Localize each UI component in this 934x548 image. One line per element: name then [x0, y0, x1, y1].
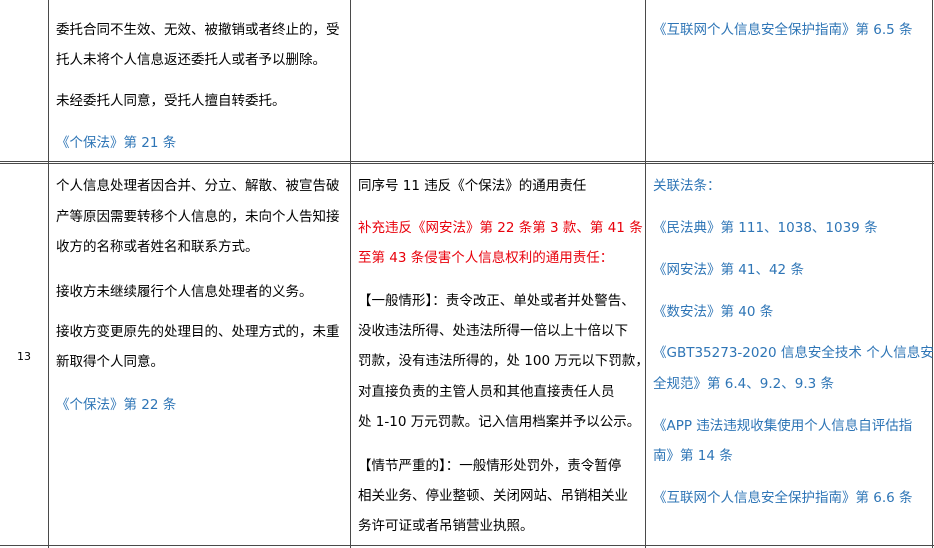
column-border: [48, 0, 49, 548]
law-reference: 《个保法》第 21 条: [56, 135, 177, 151]
violation-text: 托人未将个人信息返还委托人或者予以删除。: [56, 52, 326, 68]
law-reference: 《互联网个人信息安全保护指南》第 6.5 条: [653, 22, 913, 38]
supplement-text: 补充违反《网安法》第 22 条第 3 款、第 41 条: [358, 220, 643, 236]
serious-penalty-text: 【情节严重的】：一般情形处罚外，责令暂停: [358, 458, 622, 474]
law-reference: 《互联网个人信息安全保护指南》第 6.6 条: [653, 490, 913, 506]
row-border: [0, 163, 934, 164]
violation-text: 收方的名称或者姓名和联系方式。: [56, 239, 259, 255]
law-reference: 《APP 违法违规收集使用个人信息自评估指: [653, 418, 913, 434]
violation-text: 产等原因需要转移个人信息的，未向个人告知接: [56, 209, 340, 225]
serious-penalty-text: 相关业务、停业整顿、关闭网站、吊销相关业: [358, 488, 628, 504]
violation-text: 接收方变更原先的处理目的、处理方式的，未重: [56, 324, 340, 340]
law-reference: 南》第 14 条: [653, 448, 733, 464]
column-border: [645, 0, 646, 548]
general-penalty-text: 没收违法所得、处违法所得一倍以上十倍以下: [358, 323, 628, 339]
general-penalty-text: 【一般情形】：责令改正、单处或者并处警告、: [358, 293, 635, 309]
law-reference: 《数安法》第 40 条: [653, 304, 774, 320]
liability-intro: 同序号 11 违反《个保法》的通用责任: [358, 178, 587, 194]
violation-text: 未经委托人同意，受托人擅自转委托。: [56, 93, 286, 109]
law-reference: 《GBT35273-2020 信息安全技术 个人信息安: [653, 345, 934, 361]
law-reference: 全规范》第 6.4、9.2、9.3 条: [653, 376, 834, 392]
column-border: [932, 0, 933, 548]
law-reference: 《个保法》第 22 条: [56, 397, 177, 413]
violation-text: 接收方未继续履行个人信息处理者的义务。: [56, 284, 313, 300]
row-border: [0, 161, 934, 162]
general-penalty-text: 处 1-10 万元罚款。记入信用档案并予以公示。: [358, 414, 641, 430]
law-reference: 《民法典》第 111、1038、1039 条: [653, 220, 878, 236]
supplement-text: 至第 43 条侵害个人信息权利的通用责任：: [358, 250, 614, 266]
general-penalty-text: 对直接负责的主管人员和其他直接责任人员: [358, 384, 615, 400]
violation-text: 新取得个人同意。: [56, 354, 164, 370]
violation-text: 委托合同不生效、无效、被撤销或者终止的，受: [56, 22, 340, 38]
law-reference: 《网安法》第 41、42 条: [653, 262, 804, 278]
related-law-heading: 关联法条：: [653, 178, 721, 194]
row-border: [0, 545, 934, 546]
regulation-table: 委托合同不生效、无效、被撤销或者终止的，受 托人未将个人信息返还委托人或者予以删…: [0, 0, 934, 548]
general-penalty-text: 罚款，没有违法所得的，处 100 万元以下罚款，: [358, 353, 649, 369]
column-border: [350, 0, 351, 548]
serious-penalty-text: 务许可证或者吊销营业执照。: [358, 518, 534, 534]
violation-text: 个人信息处理者因合并、分立、解散、被宣告破: [56, 178, 340, 194]
row-number: 13: [17, 350, 31, 363]
